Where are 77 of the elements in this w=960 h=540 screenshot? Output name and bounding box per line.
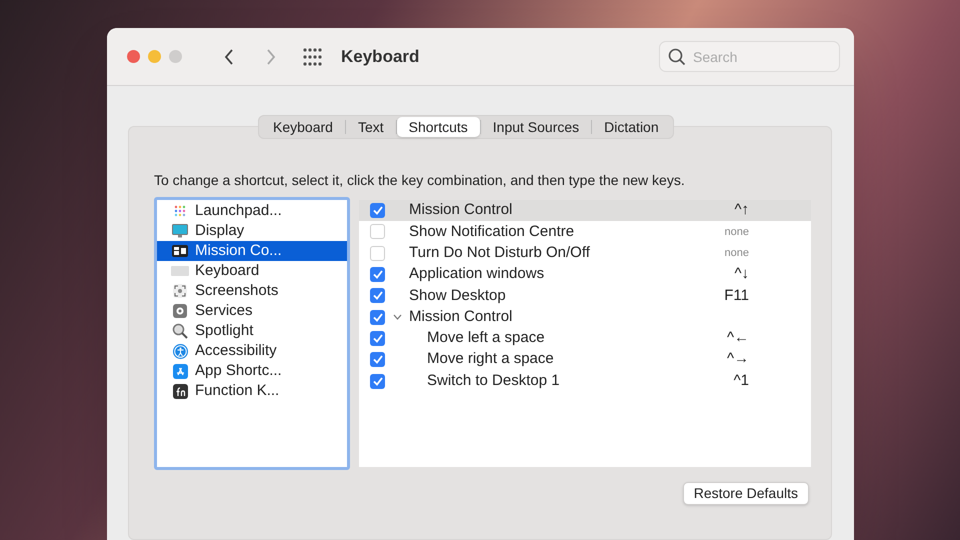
- checkbox[interactable]: [370, 352, 385, 368]
- shortcut-label: Switch to Desktop 1: [426, 370, 560, 391]
- key-combination[interactable]: ^←: [726, 327, 749, 350]
- shortcut-label: Mission Control: [409, 306, 512, 327]
- shortcut-row[interactable]: Move right a space ^→: [359, 349, 811, 370]
- tab[interactable]: Shortcuts: [396, 117, 480, 137]
- key-combination[interactable]: ^↓: [734, 263, 749, 286]
- key-combination[interactable]: ^1: [734, 370, 749, 392]
- magnifier-icon: [172, 323, 188, 339]
- shortcut-row[interactable]: Turn Do Not Disturb On/Off none: [359, 242, 811, 264]
- key-combination[interactable]: F11: [724, 284, 749, 308]
- shortcut-label: Move left a space: [426, 328, 545, 348]
- category-item[interactable]: Screenshots: [157, 281, 347, 301]
- grid-icon: [173, 204, 187, 218]
- tab[interactable]: Dictation: [592, 117, 671, 137]
- checkmark-icon: [372, 270, 382, 280]
- shortcut-label: Show Notification Centre: [409, 222, 574, 242]
- shortcut-row[interactable]: Show Desktop F11: [359, 285, 811, 306]
- category-item[interactable]: Accessibility: [157, 341, 347, 361]
- checkmark-icon: [372, 376, 382, 386]
- forward-icon[interactable]: [266, 48, 276, 66]
- restore-defaults-button[interactable]: Restore Defaults: [682, 482, 809, 505]
- shortcut-row[interactable]: Mission Control ^↑: [359, 200, 811, 222]
- windows-icon: [172, 245, 188, 257]
- category-item[interactable]: Mission Co...: [157, 241, 347, 261]
- shortcut-label: Application windows: [409, 264, 544, 284]
- shortcut-row[interactable]: Move left a space ^←: [359, 328, 811, 350]
- checkbox[interactable]: [370, 330, 385, 346]
- key-combination[interactable]: none: [724, 244, 749, 262]
- keyboard-icon: [171, 266, 189, 276]
- category-item[interactable]: Spotlight: [157, 321, 347, 341]
- tab[interactable]: Keyboard: [261, 117, 345, 137]
- shortcut-row[interactable]: Application windows ^↓: [359, 264, 811, 286]
- shortcut-label: Mission Control: [409, 200, 512, 220]
- screenshot-icon: [173, 284, 187, 298]
- checkbox[interactable]: [370, 288, 385, 304]
- close-button[interactable]: [127, 50, 140, 63]
- shortcut-label: Move right a space: [426, 349, 554, 370]
- shortcut-label: Show Desktop: [409, 286, 506, 306]
- category-item[interactable]: Function K...: [157, 381, 347, 401]
- category-item[interactable]: Display: [157, 221, 347, 241]
- category-item[interactable]: App Shortc...: [157, 361, 347, 381]
- checkbox[interactable]: [370, 374, 385, 389]
- tab[interactable]: Text: [346, 117, 396, 137]
- checkbox[interactable]: [370, 246, 385, 261]
- app-store-icon: [172, 364, 188, 378]
- checkmark-icon: [372, 291, 382, 300]
- back-icon[interactable]: [224, 48, 234, 66]
- fn-key-icon: [172, 384, 188, 398]
- search-icon: [668, 48, 686, 66]
- checkmark-icon: [372, 312, 382, 322]
- checkbox[interactable]: [370, 203, 385, 218]
- checkmark-icon: [372, 206, 382, 216]
- gear-icon: [173, 304, 187, 318]
- checkmark-icon: [372, 355, 382, 364]
- shortcut-label: Turn Do Not Disturb On/Off: [409, 243, 590, 263]
- shortcut-row[interactable]: Switch to Desktop 1 ^1: [359, 370, 811, 392]
- monitor-icon: [172, 224, 188, 238]
- category-item[interactable]: Launchpad...: [157, 201, 347, 221]
- shortcut-row[interactable]: Show Notification Centre none: [359, 221, 811, 243]
- checkbox[interactable]: [370, 267, 385, 282]
- checkbox[interactable]: [370, 310, 385, 325]
- key-combination[interactable]: none: [724, 224, 749, 240]
- accessibility-icon: [172, 344, 188, 358]
- instruction-text: To change a shortcut, select it, click the key combination, and then type the new keys.: [154, 171, 686, 190]
- window-title: Keyboard: [341, 46, 420, 68]
- category-item[interactable]: Services: [157, 301, 347, 321]
- key-combination[interactable]: ^→: [726, 348, 749, 371]
- chevron-down-icon[interactable]: [392, 314, 402, 320]
- search-field[interactable]: Search: [659, 41, 840, 72]
- grid-icon[interactable]: [303, 48, 323, 66]
- checkbox[interactable]: [370, 224, 385, 240]
- tab[interactable]: Input Sources: [480, 117, 592, 137]
- checkmark-icon: [372, 334, 382, 343]
- key-combination[interactable]: ^↑: [734, 199, 749, 222]
- shortcut-row[interactable]: Mission Control: [359, 306, 811, 328]
- category-item[interactable]: Keyboard: [157, 261, 347, 281]
